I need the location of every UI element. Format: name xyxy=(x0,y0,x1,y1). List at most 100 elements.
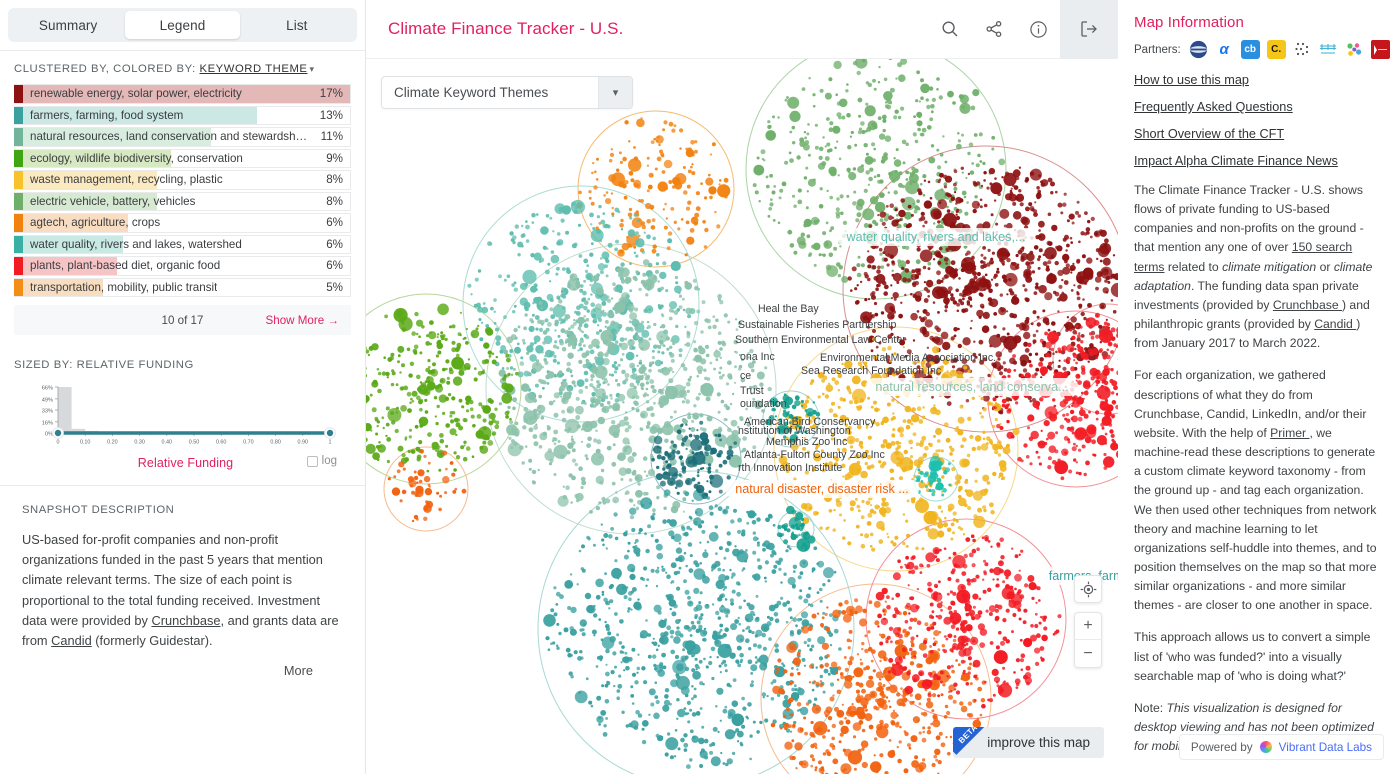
svg-text:66%: 66% xyxy=(42,386,53,392)
legend-row[interactable]: waste management, recycling, plastic 8% xyxy=(14,170,351,190)
svg-text:1: 1 xyxy=(329,440,332,446)
clustered-by-value[interactable]: KEYWORD THEME xyxy=(200,63,308,75)
map-canvas[interactable] xyxy=(366,38,1118,774)
funding-histogram: 66% 49% 33% 16% 0% 0 0.10 0.20 0.30 0.40 0.50 0.60 0… xyxy=(14,383,351,470)
legend-bar: ecology, wildlife biodiversity, conserva… xyxy=(23,149,308,167)
svg-text:0: 0 xyxy=(57,440,60,446)
partner-logo-cb[interactable]: cb xyxy=(1240,40,1260,59)
partner-logo-lines[interactable] xyxy=(1318,40,1338,59)
legend-bar: electric vehicle, battery, vehicles xyxy=(23,192,308,210)
legend-count: 10 of 17 xyxy=(161,313,204,327)
legend-label: ecology, wildlife biodiversity, conserva… xyxy=(30,151,243,165)
legend-bar: water quality, rivers and lakes, watersh… xyxy=(23,235,308,253)
legend-row[interactable]: agtech, agriculture, crops 6% xyxy=(14,213,351,233)
organization-label[interactable]: ce xyxy=(740,370,751,382)
cluster-label[interactable]: natural disaster, disaster risk ... xyxy=(725,480,919,498)
tab-list[interactable]: List xyxy=(240,11,354,39)
legend-row[interactable]: ecology, wildlife biodiversity, conserva… xyxy=(14,148,351,168)
vibrant-data-labs-logo-icon xyxy=(1259,741,1272,753)
crunchbase-link[interactable]: Crunchbase xyxy=(151,613,220,628)
organization-label[interactable]: Sustainable Fisheries Partnership xyxy=(738,319,896,331)
organization-label[interactable]: Atlanta-Fulton County Zoo Inc xyxy=(744,449,885,461)
zoom-out-button[interactable]: − xyxy=(1074,640,1102,667)
improve-this-map-button[interactable]: BETA improve this map xyxy=(953,727,1104,758)
organization-label[interactable]: Environmental Media Association Inc. xyxy=(820,352,996,364)
link-faq[interactable]: Frequently Asked Questions xyxy=(1134,100,1384,114)
crunchbase-link[interactable]: Crunchbase xyxy=(1273,298,1342,312)
legend-row[interactable]: farmers, farming, food system 13% xyxy=(14,105,351,125)
partner-logo-1[interactable] xyxy=(1188,40,1208,59)
info-paragraph-3: This approach allows us to convert a sim… xyxy=(1134,630,1371,683)
histogram-axis-title: Relative Funding xyxy=(137,456,234,470)
organization-label[interactable]: ona Inc xyxy=(740,351,775,363)
powered-by-badge[interactable]: Powered by Vibrant Data Labs xyxy=(1178,734,1384,760)
link-how-to-use[interactable]: How to use this map xyxy=(1134,73,1384,87)
candid-link[interactable]: Candid xyxy=(51,633,92,648)
svg-text:49%: 49% xyxy=(42,397,53,403)
partners-label: Partners: xyxy=(1134,43,1181,56)
legend-color-swatch xyxy=(14,85,23,103)
legend-row[interactable]: electric vehicle, battery, vehicles 8% xyxy=(14,191,351,211)
organization-label[interactable]: rth Innovation Institute xyxy=(738,462,842,474)
snapshot-text-part3: (formerly Guidestar). xyxy=(91,633,213,649)
chevron-down-icon[interactable]: ▾ xyxy=(310,64,315,74)
zoom-controls: + − xyxy=(1074,612,1102,668)
improve-label: improve this map xyxy=(987,735,1090,750)
tab-legend[interactable]: Legend xyxy=(125,11,240,39)
candid-link[interactable]: Candid xyxy=(1314,317,1356,331)
legend-label: agtech, agriculture, crops xyxy=(30,216,161,230)
link-short-overview[interactable]: Short Overview of the CFT xyxy=(1134,127,1384,141)
keyword-theme-dropdown[interactable]: Climate Keyword Themes ▾ xyxy=(381,76,633,109)
histogram-svg[interactable]: 66% 49% 33% 16% 0% 0 0.10 0.20 0.30 0.40 0.50 0.60 0… xyxy=(20,383,350,455)
primer-link[interactable]: Primer xyxy=(1270,426,1309,440)
legend-label: renewable energy, solar power, electrici… xyxy=(30,87,242,101)
show-more-button[interactable]: Show More → xyxy=(266,314,339,327)
link-impact-alpha-news[interactable]: Impact Alpha Climate Finance News xyxy=(1134,154,1384,168)
legend-row[interactable]: plants, plant-based diet, organic food 6% xyxy=(14,256,351,276)
organization-label[interactable]: oundation xyxy=(740,398,787,410)
organization-label[interactable]: Southern Environmental Law Center xyxy=(735,334,906,346)
legend-color-swatch xyxy=(14,257,23,275)
info-icon[interactable] xyxy=(1016,0,1060,59)
zoom-in-button[interactable]: + xyxy=(1074,613,1102,640)
cluster-label[interactable]: natural resources, land conserva... xyxy=(865,378,1079,396)
organization-label[interactable]: Memphis Zoo Inc xyxy=(766,436,847,448)
log-checkbox[interactable] xyxy=(306,455,318,467)
clustered-by-label: CLUSTERED BY, COLORED BY: xyxy=(14,63,196,75)
vibrant-data-labs-link[interactable]: Vibrant Data Labs xyxy=(1279,741,1372,754)
sized-by-value[interactable]: RELATIVE FUNDING xyxy=(77,359,194,371)
legend-row[interactable]: transportation, mobility, public transit… xyxy=(14,277,351,297)
partner-logo-alpha[interactable]: α xyxy=(1214,40,1234,59)
collapse-panel-icon[interactable] xyxy=(1060,0,1118,59)
locate-button[interactable] xyxy=(1074,575,1102,603)
legend-row[interactable]: water quality, rivers and lakes, watersh… xyxy=(14,234,351,254)
log-toggle[interactable]: log xyxy=(306,455,337,467)
chevron-down-icon[interactable]: ▾ xyxy=(598,77,632,108)
legend-label: water quality, rivers and lakes, watersh… xyxy=(30,237,242,251)
more-button[interactable]: More xyxy=(22,663,343,678)
partner-logo-dots[interactable] xyxy=(1292,40,1312,59)
legend-color-swatch xyxy=(14,128,23,146)
legend-row[interactable]: renewable energy, solar power, electrici… xyxy=(14,84,351,104)
legend-color-swatch xyxy=(14,192,23,210)
legend-percent: 8% xyxy=(326,194,343,208)
share-icon[interactable] xyxy=(972,0,1016,59)
search-icon[interactable] xyxy=(928,0,972,59)
tab-summary[interactable]: Summary xyxy=(11,11,125,39)
legend-label: transportation, mobility, public transit xyxy=(30,280,218,294)
legend-percent: 5% xyxy=(326,280,343,294)
partner-logo-colorful[interactable] xyxy=(1344,40,1364,59)
scatter-plot[interactable] xyxy=(366,38,1118,774)
legend-color-swatch xyxy=(14,214,23,232)
dropdown-selected-value: Climate Keyword Themes xyxy=(394,85,549,100)
organization-label[interactable]: Sea Research Foundation Inc xyxy=(801,365,941,377)
organization-label[interactable]: Heal the Bay xyxy=(758,303,819,315)
cluster-label[interactable]: water quality, rivers and lakes,... xyxy=(836,228,1036,246)
legend-label: farmers, farming, food system xyxy=(30,108,184,122)
note-label: Note: xyxy=(1134,700,1167,715)
partner-logo-candid[interactable]: C. xyxy=(1266,40,1286,59)
legend-percent: 17% xyxy=(308,85,350,103)
legend-row[interactable]: natural resources, land conservation and… xyxy=(14,127,351,147)
organization-label[interactable]: Trust xyxy=(740,385,764,397)
partner-logo-red[interactable] xyxy=(1370,40,1390,59)
